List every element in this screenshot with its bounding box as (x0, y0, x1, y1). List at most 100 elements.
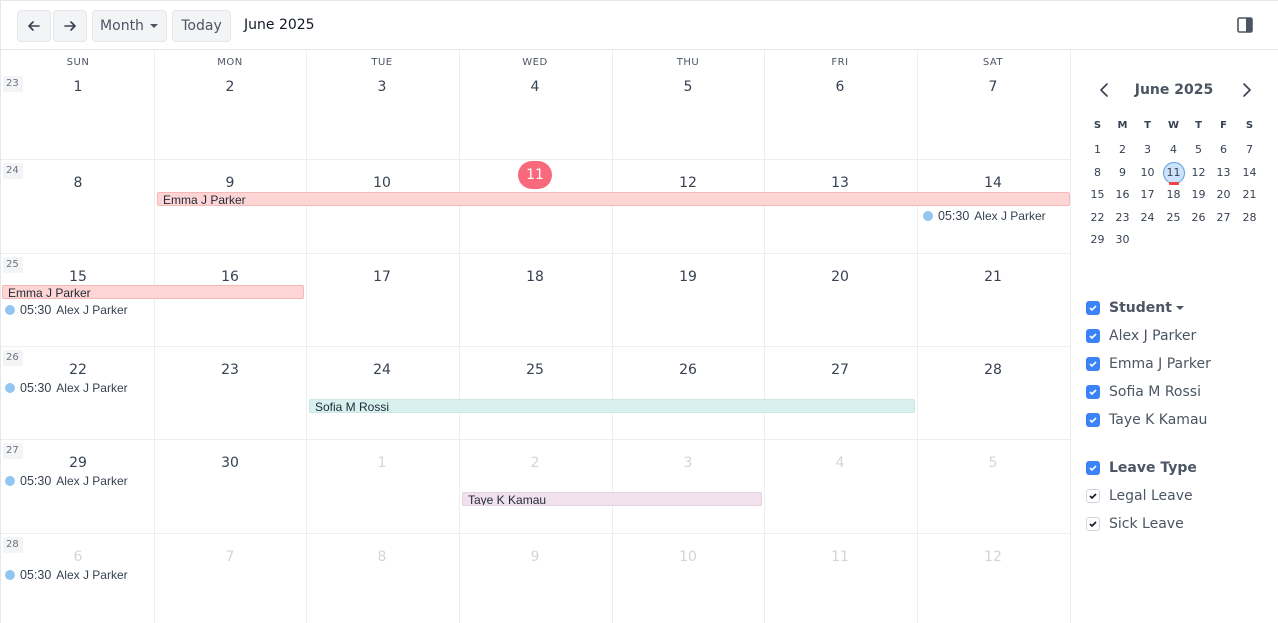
day-number[interactable]: 17 (306, 269, 458, 285)
day-number[interactable]: 29 (2, 455, 154, 471)
mini-day[interactable]: 22 (1085, 211, 1110, 224)
mini-day[interactable]: 2 (1110, 143, 1135, 156)
next-button[interactable] (53, 10, 87, 42)
checkbox-checked-icon[interactable] (1086, 461, 1100, 475)
day-number[interactable]: 18 (459, 269, 611, 285)
checkbox-checked-icon[interactable] (1086, 489, 1100, 503)
day-number[interactable]: 10 (306, 175, 458, 191)
mini-day[interactable]: 21 (1237, 188, 1262, 201)
checkbox-checked-icon[interactable] (1086, 413, 1100, 427)
student-filter-group[interactable]: Student (1086, 300, 1185, 316)
day-number[interactable]: 15 (2, 269, 154, 285)
event-alex-parker[interactable]: 05:30 Alex J Parker (923, 208, 1046, 224)
day-number[interactable]: 7 (917, 79, 1069, 95)
chevron-right-icon[interactable] (1238, 82, 1254, 98)
mini-day[interactable]: 12 (1186, 166, 1211, 179)
day-number[interactable]: 26 (612, 362, 764, 378)
mini-day[interactable]: 24 (1135, 211, 1160, 224)
mini-day[interactable]: 20 (1211, 188, 1236, 201)
student-filter-sofia[interactable]: Sofia M Rossi (1086, 384, 1201, 400)
day-number[interactable]: 16 (154, 269, 306, 285)
day-number[interactable]: 30 (154, 455, 306, 471)
day-number[interactable]: 6 (2, 549, 154, 565)
event-alex-parker[interactable]: 05:30 Alex J Parker (5, 302, 128, 318)
mini-day[interactable]: 18 (1161, 188, 1186, 201)
mini-day[interactable]: 15 (1085, 188, 1110, 201)
leave-type-filter-group[interactable]: Leave Type (1086, 460, 1197, 476)
mini-day[interactable]: 9 (1110, 166, 1135, 179)
mini-day[interactable]: 5 (1186, 143, 1211, 156)
event-bar-sofia-rossi[interactable]: Sofia M Rossi (309, 399, 915, 413)
view-select[interactable]: Month (92, 10, 167, 42)
checkbox-checked-icon[interactable] (1086, 517, 1100, 531)
day-number[interactable]: 28 (917, 362, 1069, 378)
event-bar-taye-kamau[interactable]: Taye K Kamau (462, 492, 762, 506)
day-number[interactable]: 2 (154, 79, 306, 95)
checkbox-checked-icon[interactable] (1086, 301, 1100, 315)
leave-type-filter-legal[interactable]: Legal Leave (1086, 488, 1193, 504)
day-number[interactable]: 8 (306, 549, 458, 565)
day-number[interactable]: 24 (306, 362, 458, 378)
mini-day[interactable]: 25 (1161, 211, 1186, 224)
student-filter-alex[interactable]: Alex J Parker (1086, 328, 1196, 344)
sidebar-toggle-icon[interactable] (1236, 16, 1254, 34)
checkbox-checked-icon[interactable] (1086, 385, 1100, 399)
day-number[interactable]: 1 (306, 455, 458, 471)
day-number[interactable]: 3 (612, 455, 764, 471)
today-button[interactable]: Today (172, 10, 231, 42)
day-number[interactable]: 14 (917, 175, 1069, 191)
mini-day[interactable]: 23 (1110, 211, 1135, 224)
mini-day[interactable]: 30 (1110, 233, 1135, 246)
day-number[interactable]: 4 (459, 79, 611, 95)
day-number[interactable]: 8 (2, 175, 154, 191)
day-number[interactable]: 22 (2, 362, 154, 378)
student-filter-taye[interactable]: Taye K Kamau (1086, 412, 1207, 428)
mini-day[interactable]: 29 (1085, 233, 1110, 246)
day-number[interactable]: 9 (459, 549, 611, 565)
checkbox-checked-icon[interactable] (1086, 329, 1100, 343)
day-number[interactable]: 10 (612, 549, 764, 565)
day-number[interactable]: 4 (764, 455, 916, 471)
day-number[interactable]: 9 (154, 175, 306, 191)
event-alex-parker[interactable]: 05:30 Alex J Parker (5, 567, 128, 583)
day-number[interactable]: 1 (2, 79, 154, 95)
event-alex-parker[interactable]: 05:30 Alex J Parker (5, 380, 128, 396)
day-number[interactable]: 6 (764, 79, 916, 95)
mini-day[interactable]: 3 (1135, 143, 1160, 156)
day-number[interactable]: 27 (764, 362, 916, 378)
mini-day[interactable]: 1 (1085, 143, 1110, 156)
day-number[interactable]: 2 (459, 455, 611, 471)
mini-day[interactable]: 16 (1110, 188, 1135, 201)
mini-day[interactable]: 17 (1135, 188, 1160, 201)
checkbox-checked-icon[interactable] (1086, 357, 1100, 371)
event-bar-emma-parker[interactable]: Emma J Parker (2, 285, 304, 299)
day-number[interactable]: 20 (764, 269, 916, 285)
leave-type-filter-sick[interactable]: Sick Leave (1086, 516, 1184, 532)
student-filter-emma[interactable]: Emma J Parker (1086, 356, 1211, 372)
mini-day[interactable]: 27 (1211, 211, 1236, 224)
mini-day[interactable]: 14 (1237, 166, 1262, 179)
day-number[interactable]: 13 (764, 175, 916, 191)
mini-day[interactable]: 10 (1135, 166, 1160, 179)
today-day-number[interactable]: 11 (518, 161, 552, 189)
day-number[interactable]: 7 (154, 549, 306, 565)
mini-day[interactable]: 11 (1161, 166, 1186, 179)
event-alex-parker[interactable]: 05:30 Alex J Parker (5, 473, 128, 489)
mini-day[interactable]: 19 (1186, 188, 1211, 201)
day-number[interactable]: 11 (764, 549, 916, 565)
day-number[interactable]: 19 (612, 269, 764, 285)
mini-day[interactable]: 13 (1211, 166, 1236, 179)
day-number[interactable]: 3 (306, 79, 458, 95)
day-number[interactable]: 5 (917, 455, 1069, 471)
mini-day[interactable]: 8 (1085, 166, 1110, 179)
day-number[interactable]: 12 (612, 175, 764, 191)
mini-day[interactable]: 28 (1237, 211, 1262, 224)
mini-day[interactable]: 7 (1237, 143, 1262, 156)
mini-day[interactable]: 26 (1186, 211, 1211, 224)
day-number[interactable]: 21 (917, 269, 1069, 285)
event-bar-emma-parker[interactable]: Emma J Parker (157, 192, 1070, 206)
prev-button[interactable] (17, 10, 51, 42)
day-number[interactable]: 25 (459, 362, 611, 378)
mini-day[interactable]: 6 (1211, 143, 1236, 156)
day-number[interactable]: 5 (612, 79, 764, 95)
